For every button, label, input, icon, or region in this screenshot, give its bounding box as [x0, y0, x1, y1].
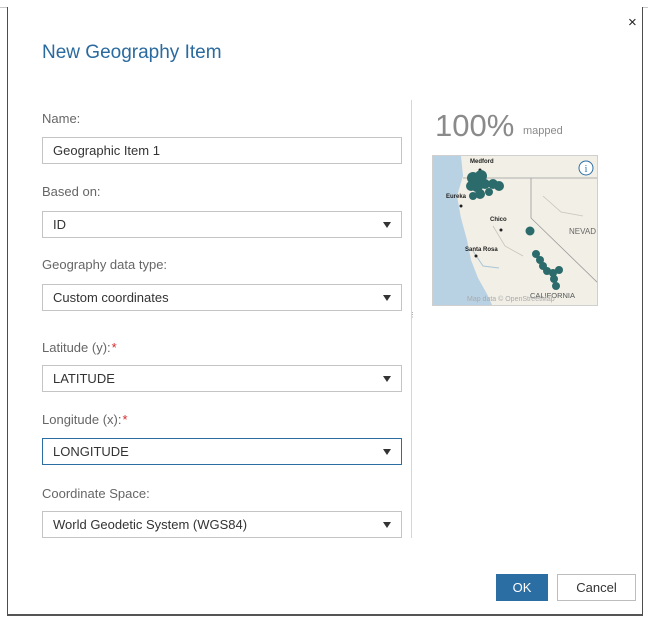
name-label: Name:: [42, 111, 81, 126]
latitude-label: Latitude (y):*: [42, 340, 117, 355]
map-attribution: Map data © OpenStreetMap: [467, 295, 555, 303]
city-label: Eureka: [446, 194, 467, 200]
map-canvas: i Medford Eureka Chico Santa Rosa NEVAD …: [433, 156, 597, 305]
ok-button[interactable]: OK: [496, 574, 548, 601]
cancel-button[interactable]: Cancel: [557, 574, 636, 601]
map-marker: [494, 181, 504, 191]
map-marker: [525, 226, 535, 236]
longitude-label: Longitude (x):*: [42, 412, 128, 427]
coord-space-select[interactable]: World Geodetic System (WGS84): [42, 511, 402, 538]
region-label: NEVAD: [569, 227, 596, 236]
resize-grip-icon[interactable]: ⋮: [409, 312, 416, 324]
longitude-label-text: Longitude (x):: [42, 412, 122, 427]
map-marker: [469, 192, 477, 200]
chevron-down-icon: [383, 222, 391, 228]
chevron-down-icon: [383, 522, 391, 528]
mapped-percent: 100%: [435, 108, 515, 143]
map-marker: [485, 188, 493, 196]
coord-space-value: World Geodetic System (WGS84): [53, 517, 248, 532]
close-icon[interactable]: ×: [628, 15, 637, 30]
required-marker: *: [122, 412, 128, 427]
geo-type-value: Custom coordinates: [53, 290, 169, 305]
map-marker: [552, 282, 560, 290]
city-label: Santa Rosa: [465, 247, 498, 253]
chevron-down-icon: [383, 449, 391, 455]
coord-space-label: Coordinate Space:: [42, 486, 150, 501]
map-marker: [466, 181, 476, 191]
city-dot: [499, 228, 503, 232]
map-preview[interactable]: i Medford Eureka Chico Santa Rosa NEVAD …: [432, 155, 598, 306]
name-input[interactable]: [42, 137, 402, 164]
latitude-label-text: Latitude (y):: [42, 340, 111, 355]
geo-type-select[interactable]: Custom coordinates: [42, 284, 402, 311]
longitude-select[interactable]: LONGITUDE: [42, 438, 402, 465]
city-label: Medford: [470, 159, 494, 165]
geo-type-label: Geography data type:: [42, 257, 168, 272]
based-on-value: ID: [53, 217, 66, 232]
info-icon-glyph: i: [585, 164, 588, 175]
city-dot: [459, 204, 463, 208]
map-marker: [550, 275, 558, 283]
dialog-title: New Geography Item: [42, 42, 222, 63]
chevron-down-icon: [383, 295, 391, 301]
based-on-select[interactable]: ID: [42, 211, 402, 238]
required-marker: *: [111, 340, 117, 355]
latitude-value: LATITUDE: [53, 371, 115, 386]
map-marker: [555, 266, 563, 274]
longitude-value: LONGITUDE: [53, 444, 129, 459]
city-dot: [474, 254, 478, 258]
mapped-label: mapped: [523, 125, 563, 137]
based-on-label: Based on:: [42, 184, 101, 199]
latitude-select[interactable]: LATITUDE: [42, 365, 402, 392]
city-label: Chico: [490, 217, 507, 223]
chevron-down-icon: [383, 376, 391, 382]
